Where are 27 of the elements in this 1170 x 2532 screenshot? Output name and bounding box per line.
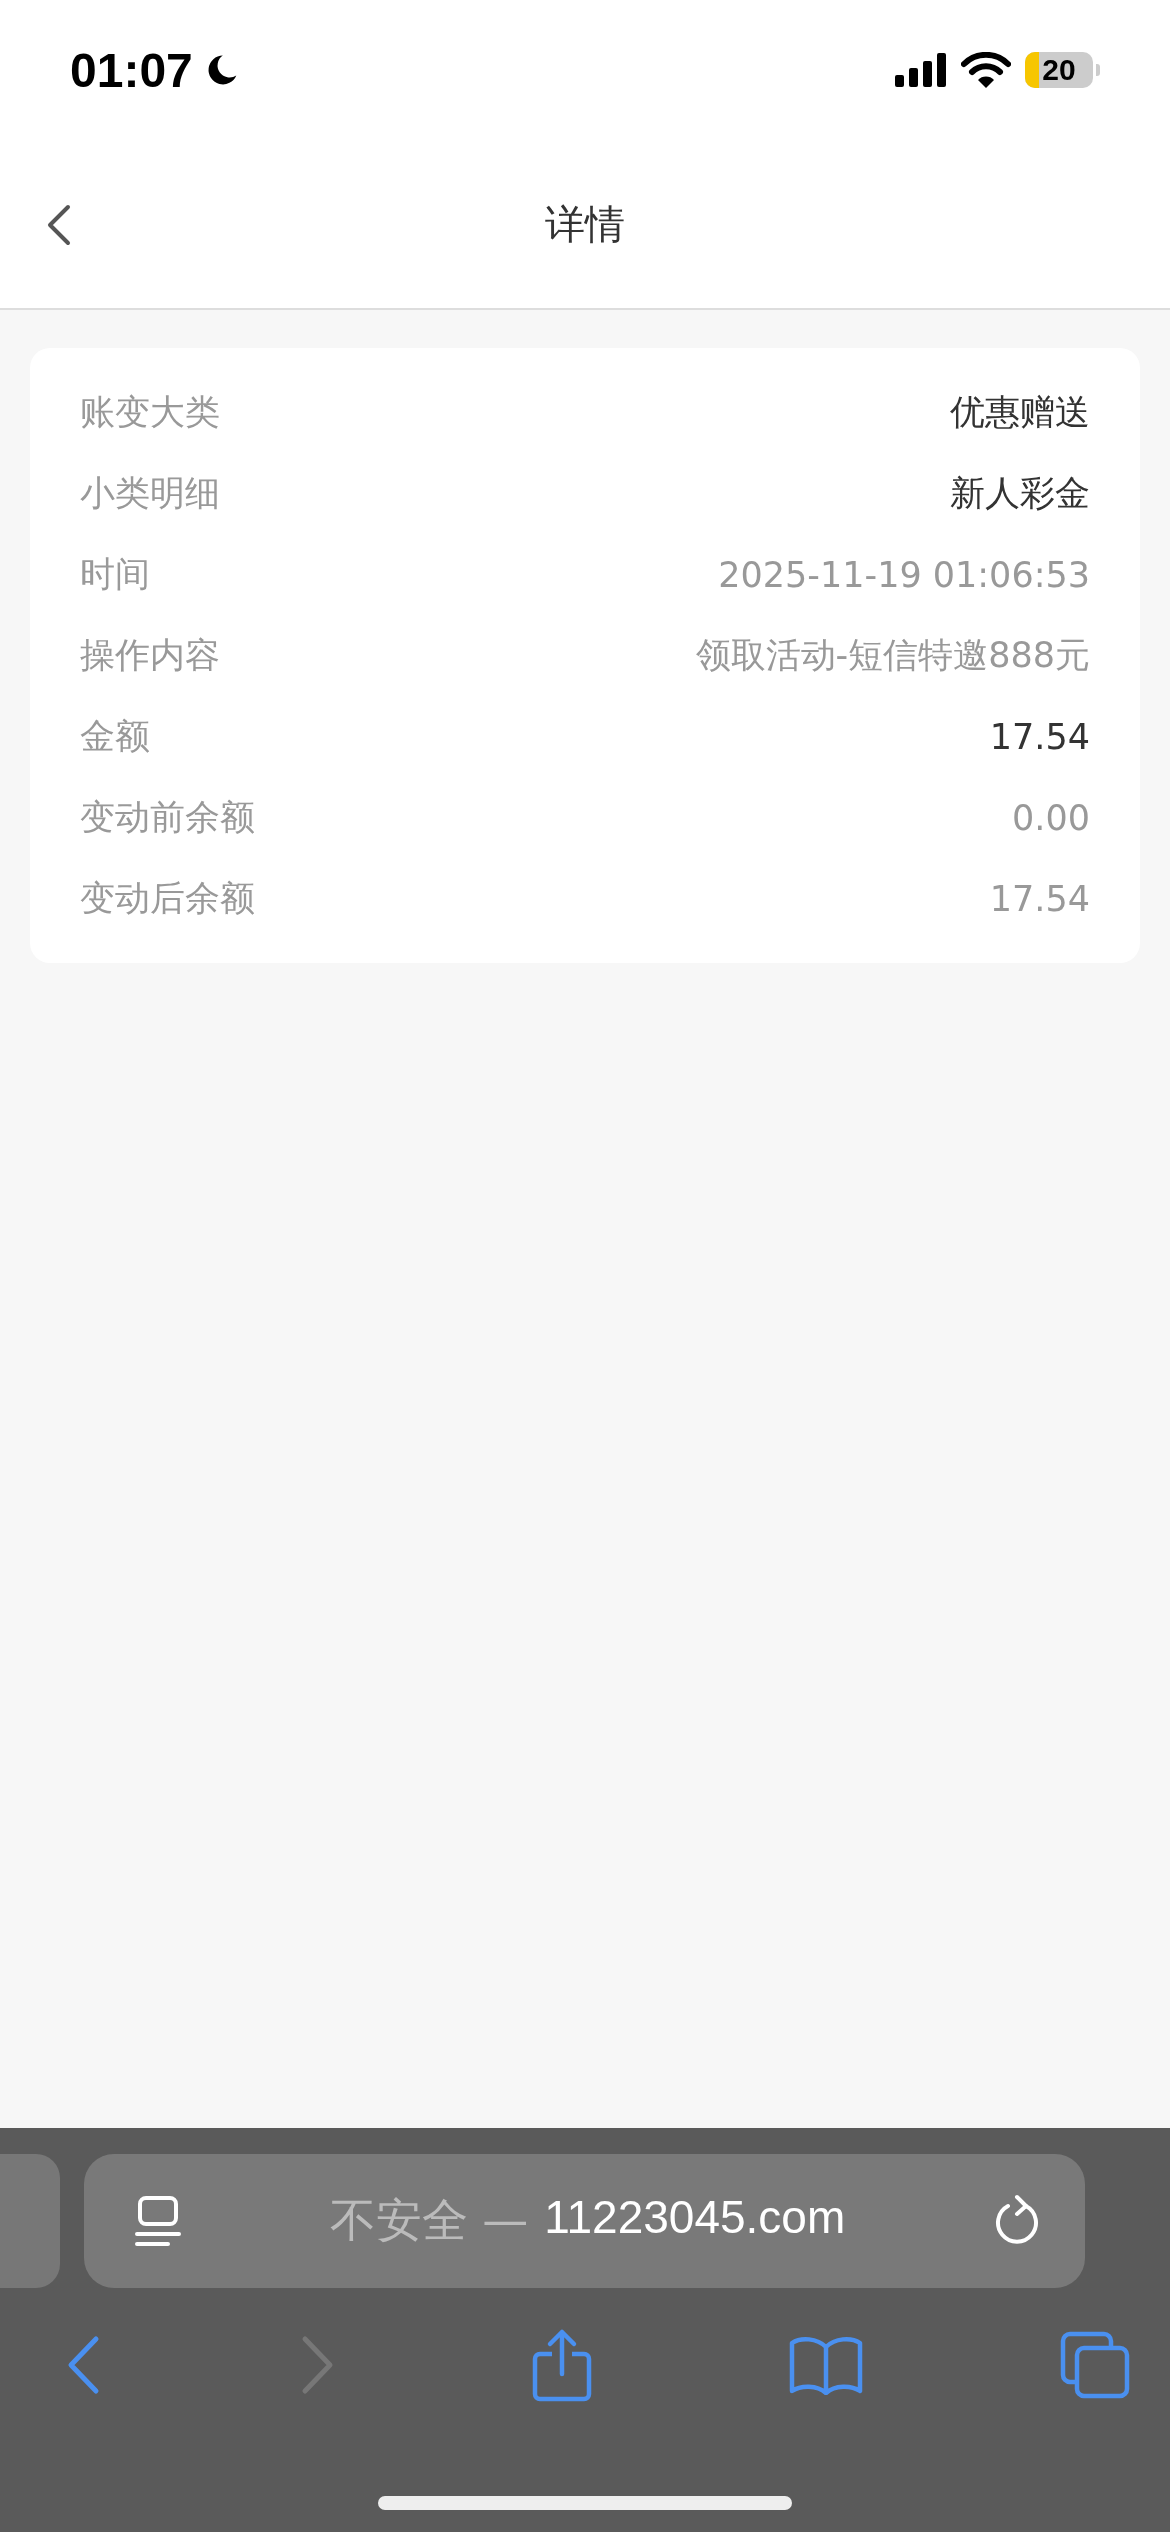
tab-preview[interactable] bbox=[0, 2154, 60, 2288]
back-icon[interactable] bbox=[46, 204, 72, 246]
wifi-icon bbox=[961, 52, 1011, 88]
field-label: 操作内容 bbox=[80, 634, 220, 677]
field-value: 0.00 bbox=[1012, 797, 1090, 838]
field-label: 账变大类 bbox=[80, 391, 220, 434]
field-value: 优惠赠送 bbox=[950, 391, 1090, 434]
page-menu-icon[interactable] bbox=[134, 2195, 182, 2247]
bookmarks-icon[interactable] bbox=[789, 2335, 863, 2395]
url-text: 11223045.com bbox=[544, 2190, 846, 2245]
field-value: 新人彩金 bbox=[950, 472, 1090, 515]
field-label: 变动后余额 bbox=[80, 877, 255, 920]
field-value: 17.54 bbox=[989, 878, 1090, 919]
field-value: 2025-11-19 01:06:53 bbox=[718, 554, 1090, 595]
signal-icon bbox=[895, 53, 947, 87]
field-value: 17.54 bbox=[989, 716, 1090, 757]
share-icon[interactable] bbox=[532, 2328, 592, 2402]
field-label: 小类明细 bbox=[80, 472, 220, 515]
page-title: 详情 bbox=[545, 199, 625, 249]
status-time: 01:07 bbox=[70, 42, 193, 98]
field-value: 领取活动-短信特邀888元 bbox=[695, 634, 1090, 677]
field-label: 变动前余额 bbox=[80, 796, 255, 839]
address-bar[interactable]: 不安全 — 11223045.com bbox=[84, 2154, 1085, 2288]
security-label: 不安全 — bbox=[329, 2192, 529, 2249]
field-label: 金额 bbox=[80, 715, 150, 758]
field-label: 时间 bbox=[80, 553, 150, 596]
tabs-icon[interactable] bbox=[1060, 2331, 1130, 2399]
